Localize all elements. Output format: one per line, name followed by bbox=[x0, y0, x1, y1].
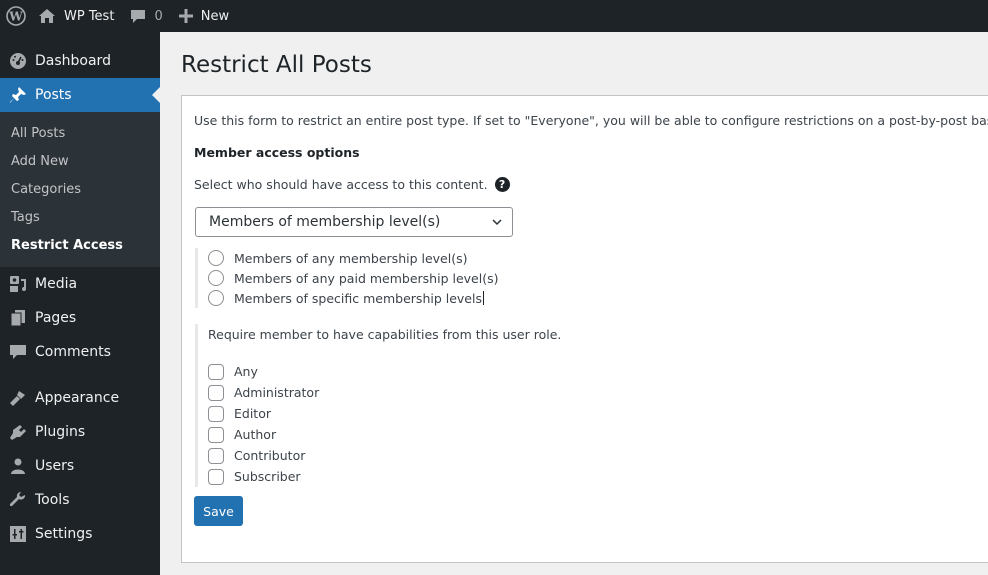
main-content: Restrict All Posts Use this form to rest… bbox=[160, 32, 988, 575]
save-button[interactable]: Save bbox=[194, 496, 243, 526]
menu-label: Comments bbox=[35, 344, 111, 360]
access-select-value: Members of membership level(s) bbox=[209, 214, 441, 230]
checkbox-label: Any bbox=[234, 364, 258, 379]
admin-sidebar: Dashboard Posts All Posts Add New Catego… bbox=[0, 32, 160, 575]
pin-icon bbox=[0, 86, 35, 104]
new-content-button[interactable]: New bbox=[171, 0, 237, 32]
radio-button[interactable] bbox=[208, 290, 224, 306]
menu-label: Dashboard bbox=[35, 53, 111, 69]
menu-item-settings[interactable]: Settings bbox=[0, 517, 160, 551]
access-select-label: Select who should have access to this co… bbox=[194, 177, 510, 192]
checkbox[interactable] bbox=[208, 384, 224, 401]
menu-item-appearance[interactable]: Appearance bbox=[0, 381, 160, 415]
radio-label: Members of any membership level(s) bbox=[234, 250, 468, 266]
role-checkbox-row[interactable]: Administrator bbox=[208, 382, 561, 403]
menu-label: Pages bbox=[35, 310, 77, 326]
wordpress-logo-icon: W bbox=[6, 6, 26, 26]
radio-option[interactable]: Members of any membership level(s) bbox=[208, 248, 498, 268]
users-icon bbox=[0, 457, 35, 475]
section-heading: Member access options bbox=[194, 145, 360, 160]
menu-item-media[interactable]: Media bbox=[0, 267, 160, 301]
submenu-add-new[interactable]: Add New bbox=[0, 147, 160, 175]
submenu-tags[interactable]: Tags bbox=[0, 203, 160, 231]
checkbox-label: Contributor bbox=[234, 448, 306, 463]
menu-label: Tools bbox=[35, 492, 70, 508]
page-title: Restrict All Posts bbox=[181, 52, 372, 78]
home-icon bbox=[38, 8, 56, 24]
checkbox[interactable] bbox=[208, 468, 224, 485]
help-icon[interactable]: ? bbox=[494, 177, 510, 192]
checkbox-label: Administrator bbox=[234, 385, 320, 400]
submenu-categories[interactable]: Categories bbox=[0, 175, 160, 203]
plus-icon bbox=[178, 9, 193, 23]
access-select[interactable]: Members of membership level(s) bbox=[195, 207, 513, 237]
restrict-form-panel: Use this form to restrict an entire post… bbox=[181, 95, 988, 563]
menu-label: Appearance bbox=[35, 390, 120, 406]
menu-item-comments[interactable]: Comments bbox=[0, 335, 160, 369]
checkbox[interactable] bbox=[208, 363, 224, 380]
menu-separator bbox=[0, 369, 160, 381]
comments-count: 0 bbox=[154, 8, 163, 24]
comments-link[interactable]: 0 bbox=[122, 0, 170, 32]
menu-item-pages[interactable]: Pages bbox=[0, 301, 160, 335]
menu-item-plugins[interactable]: Plugins bbox=[0, 415, 160, 449]
comments-icon bbox=[0, 343, 35, 361]
dashboard-icon bbox=[0, 52, 35, 70]
new-label: New bbox=[200, 8, 230, 24]
menu-label: Media bbox=[35, 276, 78, 292]
menu-item-tools[interactable]: Tools bbox=[0, 483, 160, 517]
role-checkbox-row[interactable]: Author bbox=[208, 424, 561, 445]
role-checkbox-row[interactable]: Editor bbox=[208, 403, 561, 424]
menu-item-users[interactable]: Users bbox=[0, 449, 160, 483]
menu-label: Plugins bbox=[35, 424, 86, 440]
comment-bubble-icon bbox=[130, 8, 146, 24]
settings-icon bbox=[0, 525, 35, 543]
menu-item-dashboard[interactable]: Dashboard bbox=[0, 44, 160, 78]
user-role-group: Require member to have capabilities from… bbox=[195, 324, 561, 487]
text-cursor bbox=[483, 291, 484, 305]
admin-bar: W WP Test 0 New bbox=[0, 0, 988, 32]
site-name-link[interactable]: WP Test bbox=[32, 0, 122, 32]
checkbox[interactable] bbox=[208, 426, 224, 443]
checkbox-label: Subscriber bbox=[234, 469, 301, 484]
wordpress-logo-button[interactable]: W bbox=[0, 0, 32, 32]
radio-label: Members of any paid membership level(s) bbox=[234, 270, 499, 286]
checkbox[interactable] bbox=[208, 447, 224, 464]
menu-item-posts[interactable]: Posts bbox=[0, 78, 160, 112]
radio-option[interactable]: Members of specific membership levels bbox=[208, 288, 498, 308]
paintbrush-icon bbox=[0, 389, 35, 407]
svg-text:W: W bbox=[8, 10, 23, 24]
role-checkbox-row[interactable]: Any bbox=[208, 361, 561, 382]
menu-label: Posts bbox=[35, 87, 72, 103]
wrench-icon bbox=[0, 491, 35, 509]
checkbox-label: Author bbox=[234, 427, 277, 442]
role-checkbox-row[interactable]: Contributor bbox=[208, 445, 561, 466]
posts-submenu: All Posts Add New Categories Tags Restri… bbox=[0, 112, 160, 267]
site-name: WP Test bbox=[64, 8, 115, 24]
radio-option[interactable]: Members of any paid membership level(s) bbox=[208, 268, 498, 288]
radio-button[interactable] bbox=[208, 250, 224, 266]
intro-text: Use this form to restrict an entire post… bbox=[194, 113, 988, 128]
menu-label: Users bbox=[35, 458, 75, 474]
checkbox-label: Editor bbox=[234, 406, 271, 421]
radio-button[interactable] bbox=[208, 270, 224, 286]
media-icon bbox=[0, 275, 35, 293]
submenu-restrict-access[interactable]: Restrict Access bbox=[0, 231, 160, 259]
checkbox[interactable] bbox=[208, 405, 224, 422]
submenu-all-posts[interactable]: All Posts bbox=[0, 119, 160, 147]
menu-label: Settings bbox=[35, 526, 93, 542]
membership-level-radio-group: Members of any membership level(s) Membe… bbox=[195, 248, 498, 308]
access-select-label-text: Select who should have access to this co… bbox=[194, 177, 488, 192]
capabilities-label: Require member to have capabilities from… bbox=[208, 326, 562, 342]
radio-label: Members of specific membership levels bbox=[234, 290, 482, 306]
pages-icon bbox=[0, 309, 35, 327]
chevron-down-icon bbox=[490, 215, 504, 233]
plugin-icon bbox=[0, 423, 35, 441]
role-checkbox-row[interactable]: Subscriber bbox=[208, 466, 561, 487]
